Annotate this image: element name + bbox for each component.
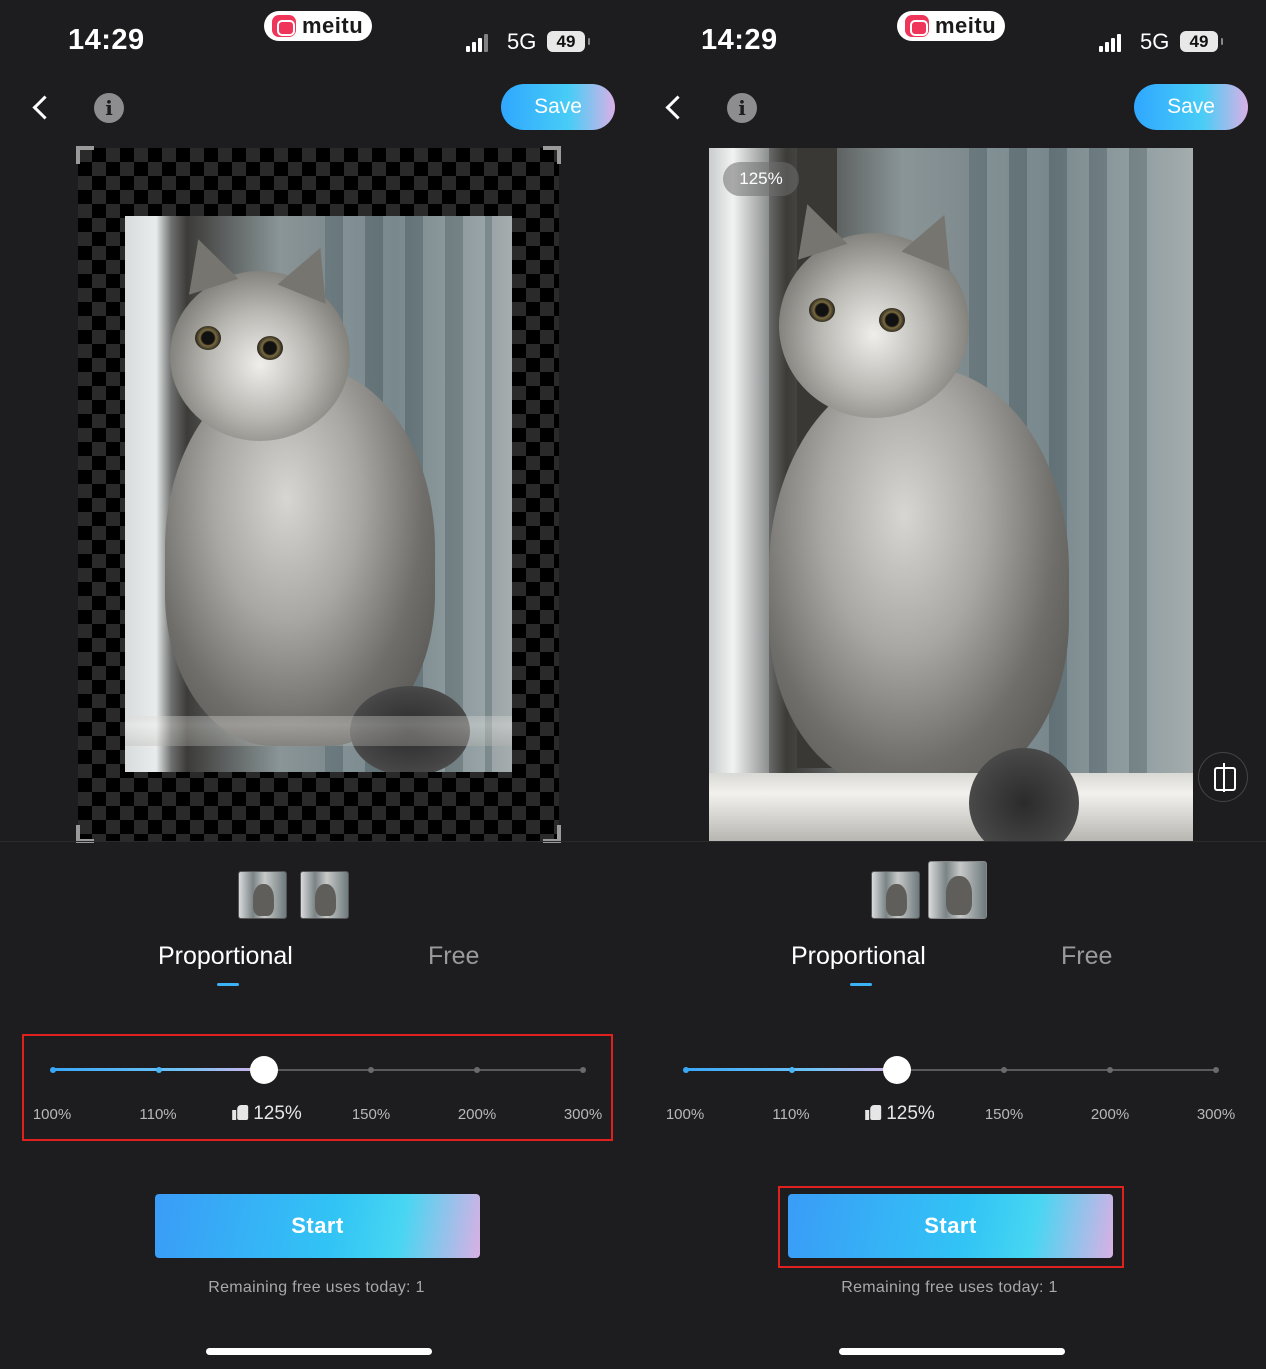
slider-stop[interactable] <box>683 1067 689 1073</box>
right-screen: 14:29 meitu 5G 49 i Save 125% Proportion… <box>633 0 1266 1369</box>
tick-label[interactable]: 200% <box>1091 1106 1129 1123</box>
network-type: 5G <box>1140 29 1170 54</box>
crop-corner-handle[interactable] <box>76 146 94 164</box>
tick-label[interactable]: 300% <box>1197 1106 1235 1123</box>
home-indicator[interactable] <box>206 1348 432 1355</box>
tab-free[interactable]: Free <box>1061 942 1112 971</box>
thumbnail-original[interactable] <box>238 871 287 919</box>
meitu-logo-icon <box>905 15 929 37</box>
zoom-percentage-badge: 125% <box>723 162 799 196</box>
info-icon[interactable]: i <box>94 93 124 123</box>
slider-stop[interactable] <box>1213 1067 1219 1073</box>
meitu-app-badge[interactable]: meitu <box>897 11 1005 41</box>
save-button[interactable]: Save <box>501 84 615 130</box>
save-button[interactable]: Save <box>1134 84 1248 130</box>
signal-icon <box>1099 32 1129 52</box>
tick-label[interactable]: 110% <box>772 1106 809 1123</box>
meitu-badge-label: meitu <box>302 13 364 38</box>
back-chevron-icon[interactable] <box>26 92 56 122</box>
status-time: 14:29 <box>701 24 778 56</box>
compare-icon[interactable] <box>1198 752 1248 802</box>
expanded-cat-photo <box>709 148 1193 841</box>
tab-active-indicator <box>217 983 239 986</box>
thumbs-up-icon <box>865 1104 882 1120</box>
scale-slider-thumb[interactable] <box>883 1056 911 1084</box>
thumbnail-result[interactable] <box>300 871 349 919</box>
slider-stop[interactable] <box>1001 1067 1007 1073</box>
info-icon[interactable]: i <box>727 93 757 123</box>
thumbnail-original[interactable] <box>871 871 920 919</box>
home-indicator[interactable] <box>839 1348 1065 1355</box>
tick-label[interactable]: 100% <box>666 1106 704 1123</box>
left-screen: 14:29 meitu 5G 49 i Save Proportional Fr… <box>0 0 633 1369</box>
tick-label[interactable]: 150% <box>985 1106 1023 1123</box>
tab-proportional[interactable]: Proportional <box>158 942 293 971</box>
meitu-logo-icon <box>272 15 296 37</box>
thumbnail-result-selected[interactable] <box>928 861 987 919</box>
back-chevron-icon[interactable] <box>659 92 689 122</box>
original-cat-photo <box>125 216 512 772</box>
meitu-app-badge[interactable]: meitu <box>264 11 372 41</box>
expand-canvas[interactable] <box>76 146 561 843</box>
network-type: 5G <box>507 29 537 54</box>
battery-icon: 49 <box>1180 31 1223 52</box>
remaining-uses-text: Remaining free uses today: 1 <box>841 1279 1058 1296</box>
signal-icon <box>466 32 496 52</box>
start-button[interactable]: Start <box>155 1194 480 1258</box>
result-preview[interactable]: 125% <box>709 148 1193 841</box>
tab-free[interactable]: Free <box>428 942 479 971</box>
remaining-uses-text: Remaining free uses today: 1 <box>208 1279 425 1296</box>
start-button[interactable]: Start <box>788 1194 1113 1258</box>
slider-stop[interactable] <box>1107 1067 1113 1073</box>
meitu-badge-label: meitu <box>935 13 997 38</box>
slider-highlight-box <box>22 1034 613 1141</box>
tick-label-recommended[interactable]: 125% <box>865 1103 935 1125</box>
crop-corner-handle[interactable] <box>543 146 561 164</box>
tab-active-indicator <box>850 983 872 986</box>
status-time: 14:29 <box>68 24 145 56</box>
tab-proportional[interactable]: Proportional <box>791 942 926 971</box>
battery-icon: 49 <box>547 31 590 52</box>
slider-stop[interactable] <box>789 1067 795 1073</box>
